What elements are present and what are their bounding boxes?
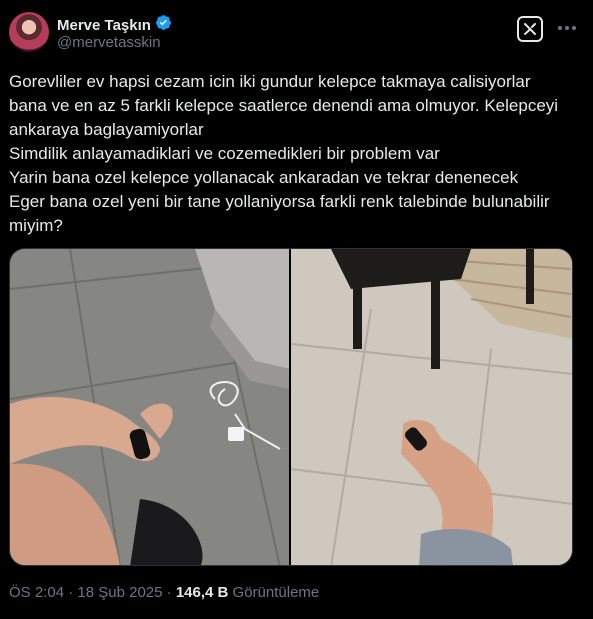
tweet-date[interactable]: 18 Şub 2025 (77, 584, 162, 601)
photo-leg-ankle-monitor-right[interactable] (291, 249, 572, 565)
tweet-line: Simdilik anlayamadiklari ve cozemedikler… (9, 144, 440, 163)
tweet-line: Gorevliler ev hapsi cezam icin iki gundu… (9, 72, 531, 91)
more-icon (558, 26, 576, 30)
tweet-line: Eger bana ozel yeni bir tane yollaniyors… (9, 192, 550, 211)
author-display-name[interactable]: Merve Taşkın (57, 17, 151, 34)
tweet-meta: ÖS 2:04 · 18 Şub 2025 · 146,4 B Görüntül… (9, 584, 319, 601)
more-button[interactable] (555, 16, 579, 40)
meta-separator: · (64, 584, 78, 601)
photo-leg-ankle-monitor-left[interactable] (10, 249, 289, 565)
tweet-line: Yarin bana ozel kelepce yollanacak ankar… (9, 168, 519, 187)
tweet-time[interactable]: ÖS 2:04 (9, 584, 64, 601)
grok-button[interactable] (517, 16, 543, 42)
views-label: Görüntüleme (232, 584, 320, 601)
tweet-media (9, 248, 573, 566)
verified-badge-icon[interactable] (155, 14, 172, 36)
tweet-line: bana ve en az 5 farkli kelepce saatlerce… (9, 96, 559, 115)
tweet-line: ankaraya baglayamiyorlar (9, 120, 204, 139)
avatar[interactable] (9, 12, 49, 52)
tweet-text: Gorevliler ev hapsi cezam icin iki gundu… (9, 70, 584, 238)
author-name-row: Merve Taşkın (57, 14, 172, 36)
meta-separator: · (162, 584, 176, 601)
views-count: 146,4 B (175, 584, 229, 601)
grok-icon (524, 23, 536, 35)
tweet-line: miyim? (9, 216, 63, 235)
author-handle[interactable]: @mervetasskin (57, 34, 161, 51)
